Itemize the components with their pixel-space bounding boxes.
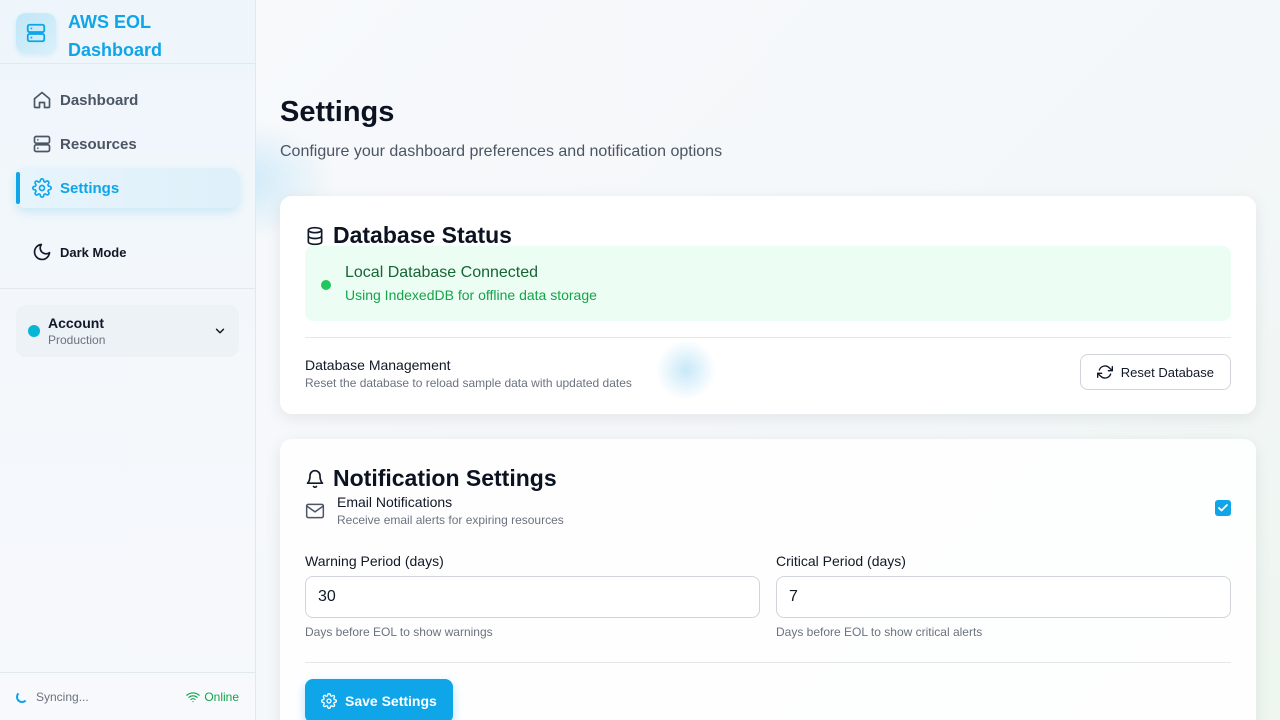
sync-status: Syncing... (16, 690, 89, 704)
notification-settings-card: Notification Settings Email Notification… (280, 439, 1256, 720)
critical-period-field: Critical Period (days) Days before EOL t… (776, 553, 1231, 639)
gear-icon (321, 693, 337, 709)
moon-icon (32, 242, 52, 262)
chevron-down-icon (213, 324, 227, 338)
page-title: Settings (280, 96, 395, 128)
critical-period-label: Critical Period (days) (776, 553, 906, 569)
refresh-icon (1096, 364, 1113, 380)
gear-icon (32, 178, 52, 198)
brand: AWS EOL Dashboard (0, 0, 255, 64)
database-status-box: Local Database Connected Using IndexedDB… (305, 246, 1231, 321)
database-icon (305, 226, 325, 246)
account-selector[interactable]: Account Production (16, 305, 239, 357)
card-header: Notification Settings (305, 465, 557, 492)
sync-label: Syncing... (36, 689, 89, 704)
server-icon (32, 134, 52, 154)
main-content: Settings Configure your dashboard prefer… (256, 0, 1280, 720)
divider (305, 662, 1231, 663)
sidebar-item-label: Settings (60, 179, 120, 197)
critical-period-help: Days before EOL to show critical alerts (776, 625, 983, 639)
email-notifications-checkbox[interactable] (1215, 500, 1231, 516)
warning-period-help: Days before EOL to show warnings (305, 625, 493, 639)
email-notifications-description: Receive email alerts for expiring resour… (337, 513, 564, 527)
sidebar-item-resources[interactable]: Resources (16, 124, 239, 164)
card-header: Database Status (305, 222, 512, 249)
account-status-dot (28, 325, 40, 337)
online-label: Online (204, 689, 239, 704)
spinner-icon (16, 690, 28, 703)
sidebar-item-settings[interactable]: Settings (16, 168, 239, 208)
email-notifications-text: Email Notifications Receive email alerts… (337, 493, 564, 529)
page-subtitle: Configure your dashboard preferences and… (280, 143, 723, 160)
reset-database-label: Reset Database (1120, 364, 1214, 380)
reset-database-button[interactable]: Reset Database (1079, 354, 1231, 390)
card-title: Database Status (333, 222, 512, 248)
sidebar-nav: Dashboard Resources Settings (0, 64, 255, 208)
status-description: Using IndexedDB for offline data storage (345, 286, 597, 303)
account-info: Account Production (48, 315, 213, 348)
sidebar-footer: Syncing... Online (0, 672, 255, 720)
status-title: Local Database Connected (345, 263, 539, 281)
save-settings-label: Save Settings (345, 693, 437, 709)
dark-mode-toggle[interactable]: Dark Mode (16, 232, 239, 272)
sidebar-item-dashboard[interactable]: Dashboard (16, 80, 239, 120)
account-name: Account (48, 314, 104, 331)
sidebar-item-label: Resources (60, 135, 137, 153)
home-icon (32, 90, 52, 110)
database-management: Database Management Reset the database t… (305, 356, 632, 392)
card-title: Notification Settings (333, 465, 557, 491)
online-status: Online (186, 690, 239, 704)
management-title: Database Management (305, 357, 451, 373)
warning-period-label: Warning Period (days) (305, 553, 444, 569)
warning-period-field: Warning Period (days) Days before EOL to… (305, 553, 760, 639)
mail-icon (305, 501, 325, 521)
dark-mode-label: Dark Mode (60, 244, 127, 260)
warning-period-input[interactable] (305, 576, 760, 618)
sidebar: AWS EOL Dashboard Dashboard Resources Se… (0, 0, 256, 720)
check-icon (1218, 504, 1228, 512)
divider (305, 337, 1231, 338)
management-description: Reset the database to reload sample data… (305, 376, 632, 390)
bell-icon (305, 469, 325, 489)
server-logo-icon (16, 13, 56, 53)
status-text: Local Database Connected Using IndexedDB… (345, 262, 597, 306)
sidebar-divider (0, 288, 255, 289)
database-status-card: Database Status Local Database Connected… (280, 196, 1256, 414)
account-environment: Production (48, 332, 106, 347)
email-notifications-row: Email Notifications Receive email alerts… (305, 493, 1231, 529)
save-settings-button[interactable]: Save Settings (305, 679, 453, 720)
wifi-icon (186, 690, 201, 704)
email-notifications-title: Email Notifications (337, 494, 453, 510)
sidebar-item-label: Dashboard (60, 91, 139, 109)
critical-period-input[interactable] (776, 576, 1231, 618)
status-dot (321, 279, 331, 290)
brand-title: AWS EOL Dashboard (68, 12, 163, 60)
